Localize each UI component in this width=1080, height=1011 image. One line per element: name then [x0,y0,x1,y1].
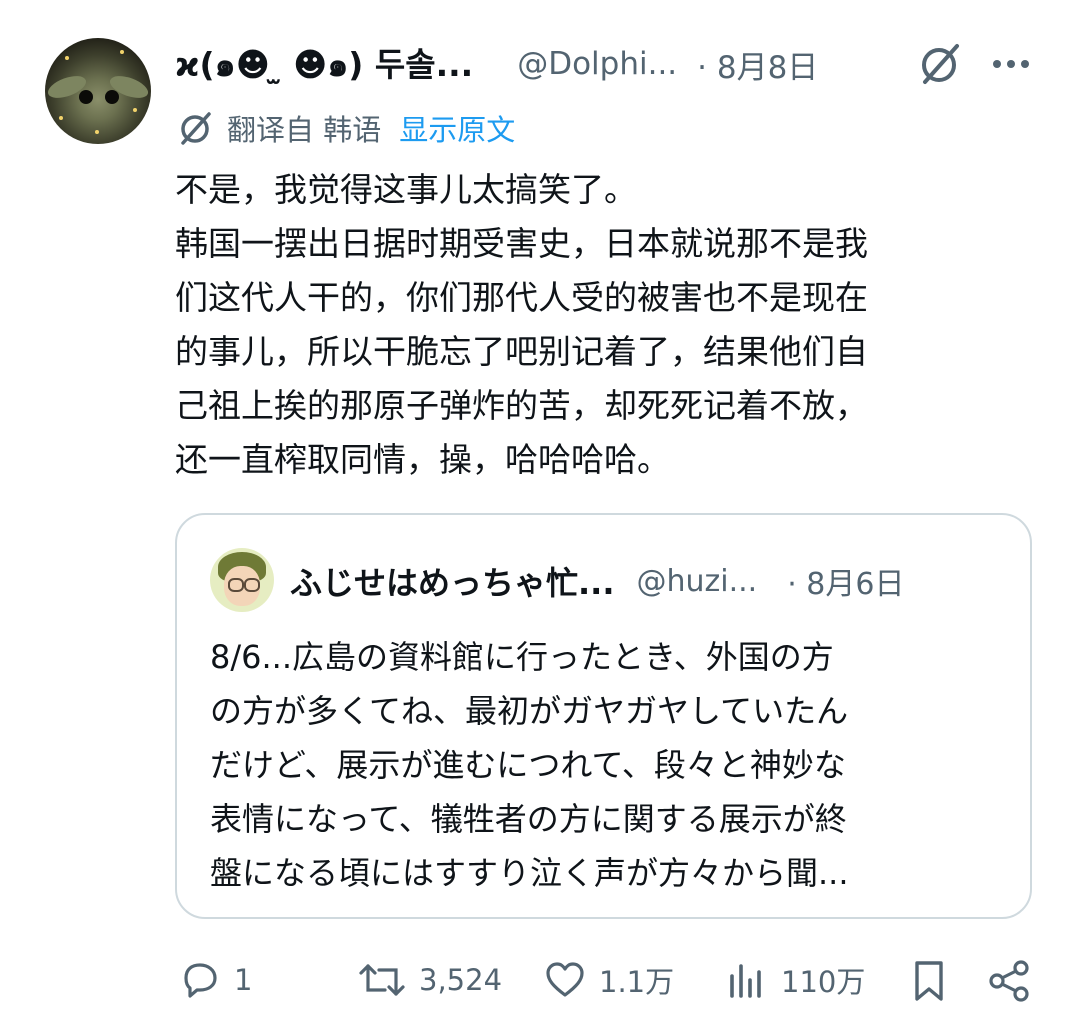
author-handle[interactable]: @Dolphi... [517,46,677,82]
reply-button[interactable]: 1 [178,950,252,1010]
tweet-body-line: 的事儿，所以干脆忘了吧别记着了，结果他们自 [175,332,868,371]
repost-icon [359,964,405,996]
quoted-body-line: だけど、展示が進むにつれて、段々と神妙な [210,746,846,784]
show-original-link[interactable]: 显示原文 [399,107,515,149]
quoted-body-line: 8/6...広島の資料館に行ったとき、外国の方 [210,638,834,676]
translated-from-label: 翻译自 韩语 [227,113,382,147]
repost-count: 3,524 [419,963,503,997]
quoted-body-line: 盤になる頃にはすすり泣く声が方々から聞... [210,854,849,892]
views-count: 110万 [781,965,866,999]
repost-button[interactable]: 3,524 [357,950,502,1010]
author-display-name[interactable]: ϰ(๑☻ ̫ ☻๑) 두솔... [175,38,473,91]
like-button[interactable]: 1.1万 [543,950,674,1010]
quoted-tweet-date: · 8月6日 [787,567,905,602]
quoted-tweet-header: ふじせはめっちゃ忙... @huzi... · 8月6日 [290,553,904,609]
action-bar: 1 3,524 1.1万 110万 [0,950,1080,1010]
tweet-body-line: 还一直榨取同情，操，哈哈哈哈。 [175,440,670,479]
quoted-author-avatar[interactable] [210,548,274,612]
like-icon [546,962,584,997]
quoted-tweet-card[interactable]: ふじせはめっちゃ忙... @huzi... · 8月6日 8/6...広島の資料… [175,513,1032,919]
author-avatar[interactable] [45,38,151,144]
tweet-body-line: 们这代人干的，你们那代人受的被害也不是现在 [175,278,868,317]
reply-icon [184,963,217,998]
more-icon[interactable] [990,50,1032,78]
grok-icon[interactable] [915,40,963,88]
tweet-body: 不是，我觉得这事儿太搞笑了。 韩国一摆出日据时期受害史，日本就说那不是我 们这代… [175,163,1015,487]
tweet-body-line: 不是，我觉得这事儿太搞笑了。 [175,170,637,209]
quoted-body-line: の方が多くてね、最初がガヤガヤしていたん [210,692,849,730]
like-count: 1.1万 [599,965,675,999]
translation-row: 翻译自 韩语 显示原文 [175,106,515,150]
translate-icon [181,112,211,145]
tweet-date[interactable]: · 8月8日 [697,42,818,87]
views-icon [730,964,761,998]
reply-count: 1 [234,963,253,997]
share-icon[interactable] [985,958,1033,1004]
quoted-author-display-name: ふじせはめっちゃ忙... [290,564,615,602]
quoted-tweet-body: 8/6...広島の資料館に行ったとき、外国の方 の方が多くてね、最初がガヤガヤし… [210,630,1000,900]
tweet-body-line: 己祖上挨的那原子弹炸的苦，却死死记着不放， [175,386,868,425]
bookmark-icon[interactable] [907,958,951,1004]
quoted-author-handle: @huzi... [636,563,758,599]
quoted-body-line: 表情になって、犠牲者の方に関する展示が終 [210,800,847,838]
tweet-body-line: 韩国一摆出日据时期受害史，日本就说那不是我 [175,224,868,263]
views-button[interactable]: 110万 [725,950,865,1010]
